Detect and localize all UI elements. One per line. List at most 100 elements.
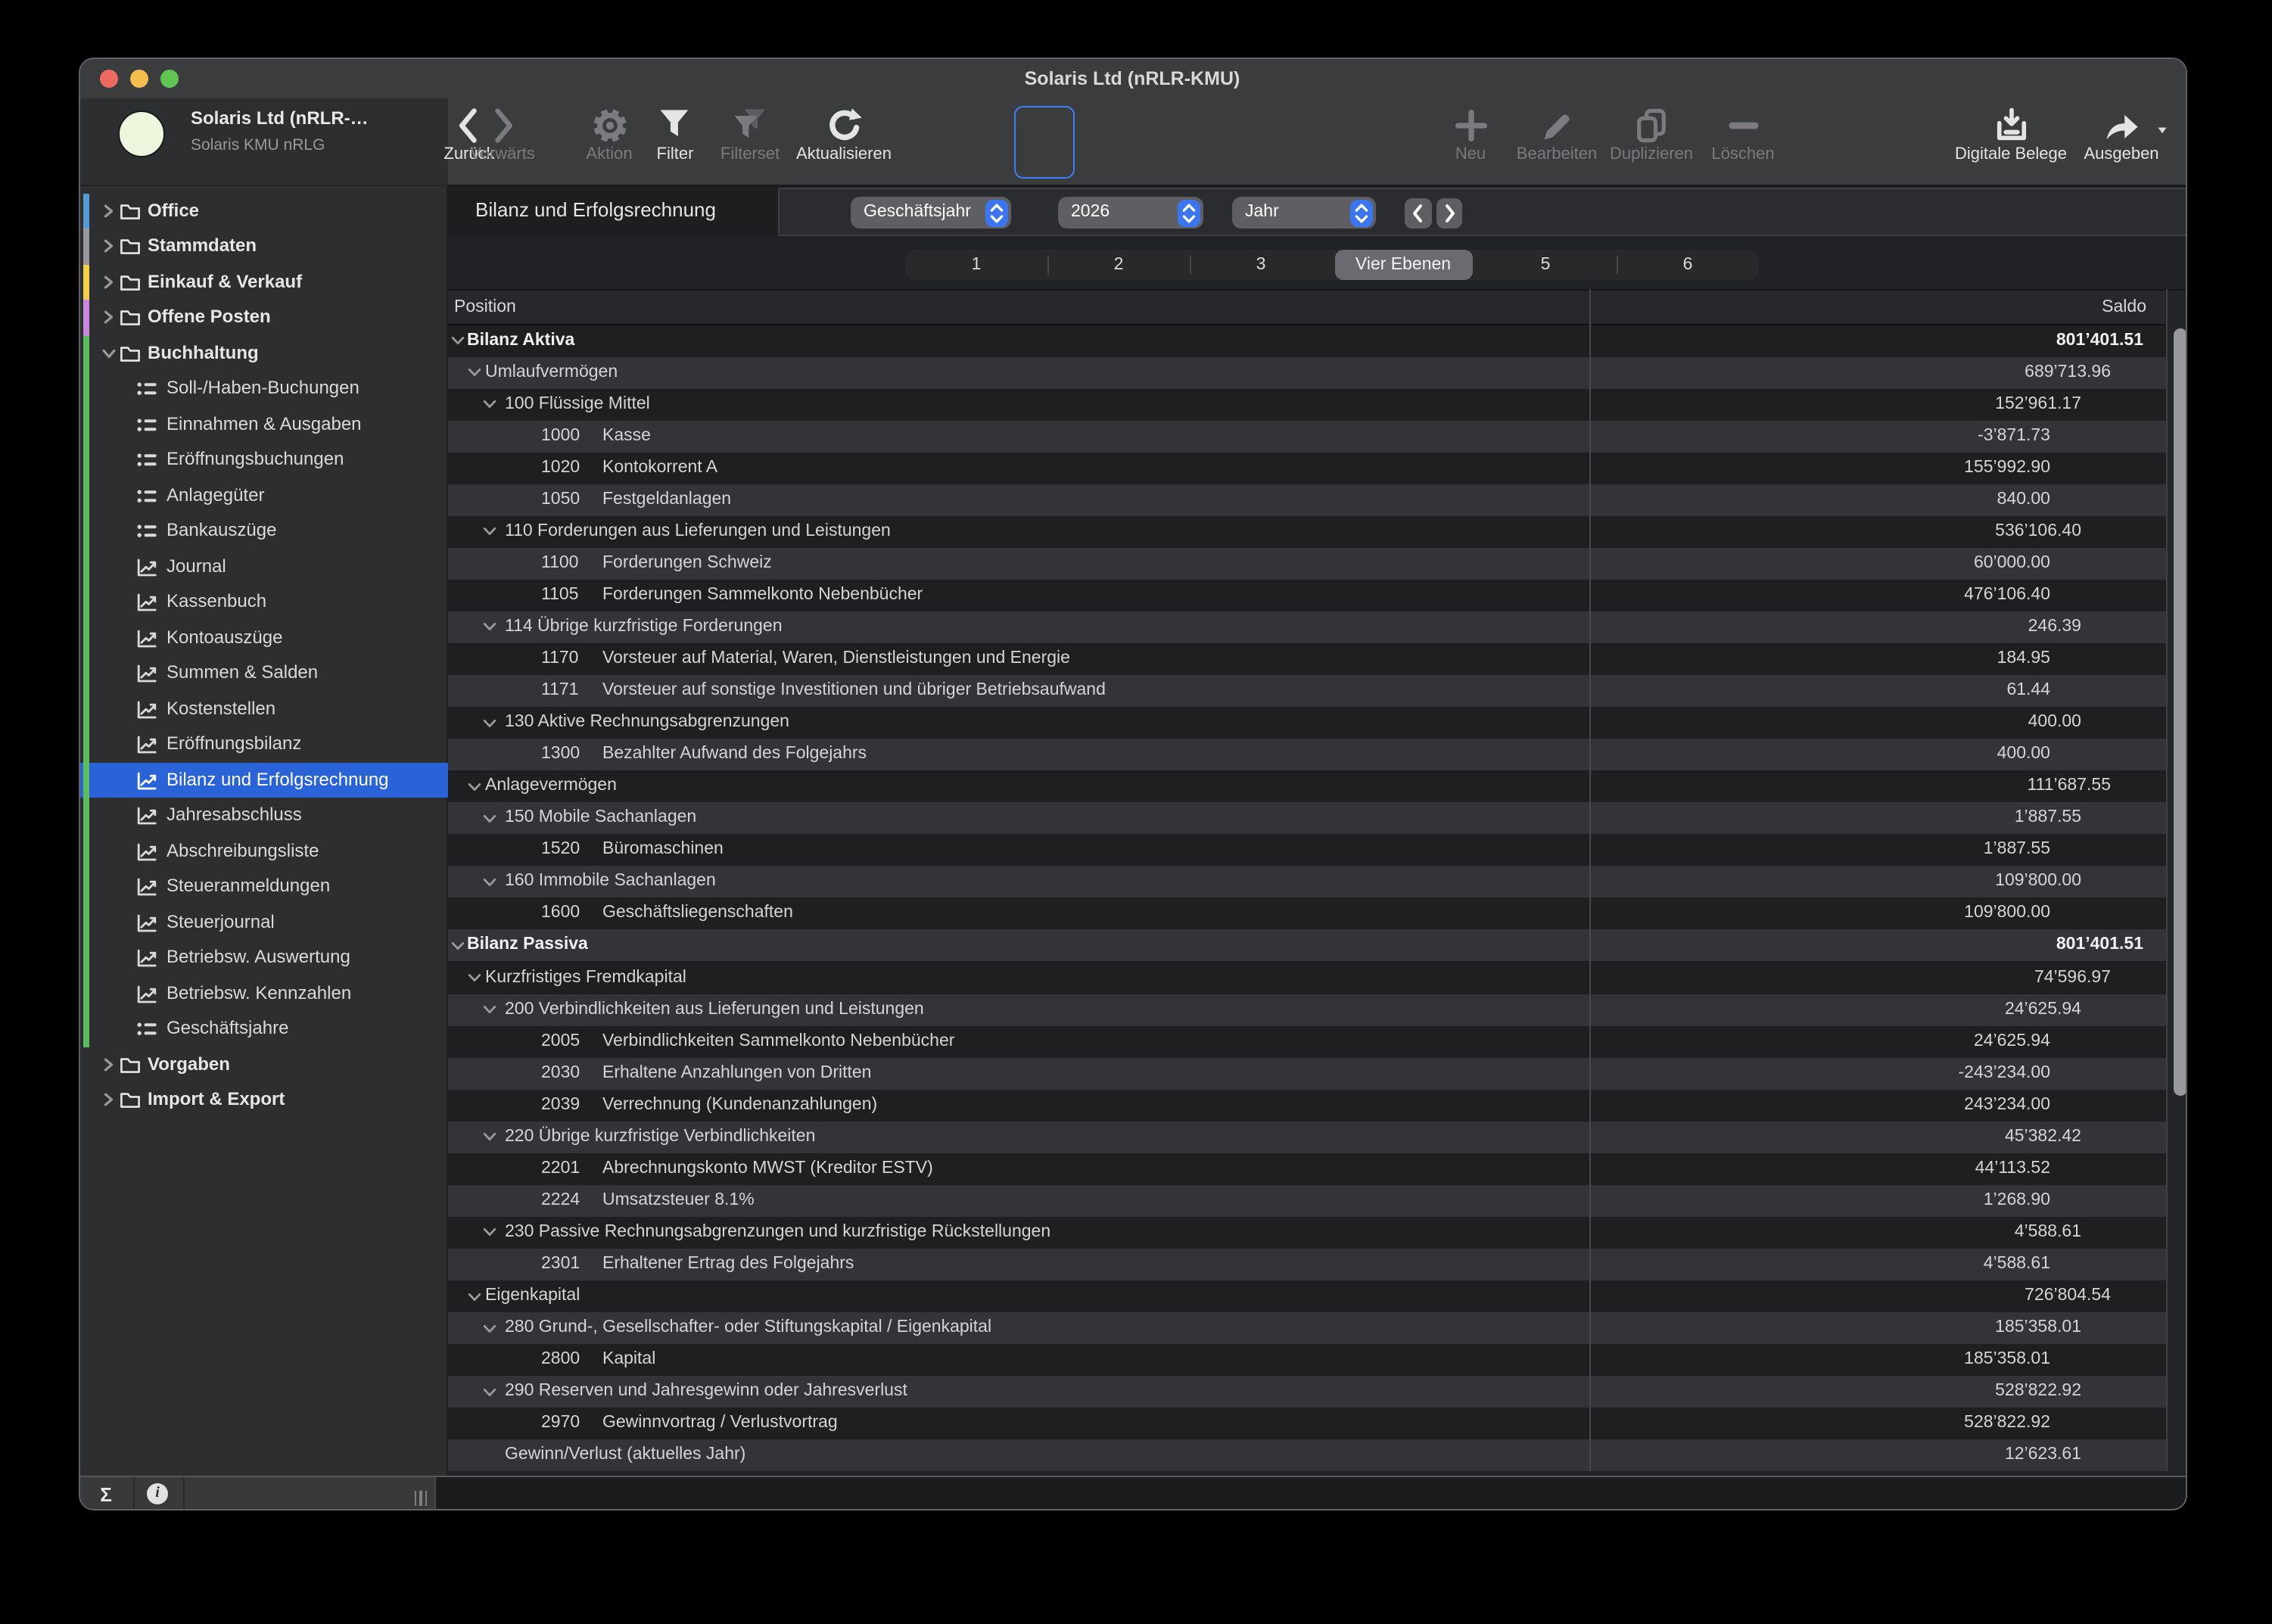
table-row[interactable]: 290 Reserven und Jahresgewinn oder Jahre… [448,1376,2186,1408]
row-expand-chevron-icon[interactable] [483,717,496,729]
sidebar-item-er-ffnungsbilanz[interactable]: Eröffnungsbilanz [79,726,448,762]
dropdown-year[interactable]: 2026 [1057,197,1203,229]
row-expand-chevron-icon[interactable] [483,1386,496,1398]
sidebar-item-bilanz-und-erfolgsrechnung[interactable]: Bilanz und Erfolgsrechnung [79,762,448,798]
sidebar-item-steuerjournal[interactable]: Steuerjournal [79,904,448,940]
table-row[interactable]: Bilanz Aktiva801’401.51 [448,325,2186,356]
table-row[interactable]: 220 Übrige kurzfristige Verbindlichkeite… [448,1122,2186,1153]
zoom-window-button[interactable] [160,70,179,88]
row-expand-chevron-icon[interactable] [467,780,481,792]
chevron-right-icon[interactable] [101,1057,116,1072]
row-expand-chevron-icon[interactable] [450,940,464,952]
row-expand-chevron-icon[interactable] [450,334,464,347]
sidebar-item-stammdaten[interactable]: Stammdaten [79,229,448,264]
table-row[interactable]: Gewinn/Verlust (aktuelles Jahr)12’623.61 [448,1440,2186,1472]
chevron-right-icon[interactable] [101,1093,116,1108]
sidebar-item-bankausz-ge[interactable]: Bankauszüge [79,513,448,549]
sidebar-item-anlageg-ter[interactable]: Anlagegüter [79,478,448,513]
sidebar-item-kostenstellen[interactable]: Kostenstellen [79,691,448,726]
sidebar-item-soll-haben-buchungen[interactable]: Soll-/Haben-Buchungen [79,371,448,406]
table-row[interactable]: 1600Geschäftsliegenschaften109’800.00 [448,898,2186,930]
minimize-window-button[interactable] [130,70,148,88]
table-row[interactable]: Eigenkapital726’804.54 [448,1280,2186,1312]
sum-button[interactable]: Σ [79,1476,132,1510]
row-expand-chevron-icon[interactable] [483,876,496,888]
table-row[interactable]: 100 Flüssige Mittel152’961.17 [448,388,2186,420]
level-segment-2[interactable]: 2 [1047,250,1190,280]
scrollbar-track[interactable] [2167,291,2186,1472]
row-expand-chevron-icon[interactable] [483,621,496,633]
sidebar-item-betriebsw-auswertung[interactable]: Betriebsw. Auswertung [79,940,448,975]
level-segment-1[interactable]: 1 [905,250,1047,280]
sidebar-item-betriebsw-kennzahlen[interactable]: Betriebsw. Kennzahlen [79,975,448,1011]
table-row[interactable]: 1170Vorsteuer auf Material, Waren, Diens… [448,643,2186,675]
table-row[interactable]: 1020Kontokorrent A155’992.90 [448,452,2186,484]
sidebar-item-einnahmen-ausgaben[interactable]: Einnahmen & Ausgaben [79,406,448,442]
table-row[interactable]: 1100Forderungen Schweiz60’000.00 [448,548,2186,580]
splitter-grip-icon[interactable] [414,1486,430,1510]
table-row[interactable]: 230 Passive Rechnungsabgrenzungen und ku… [448,1217,2186,1249]
sidebar-item-einkauf-verkauf[interactable]: Einkauf & Verkauf [79,264,448,300]
sidebar-item-offene-posten[interactable]: Offene Posten [79,300,448,335]
dropdown-dimension[interactable]: Geschäftsjahr [850,197,1010,229]
close-window-button[interactable] [100,70,118,88]
column-divider[interactable] [1589,289,1591,1472]
row-expand-chevron-icon[interactable] [467,366,481,378]
table-row[interactable]: Bilanz Passiva801’401.51 [448,930,2186,962]
level-segment-vier-ebenen[interactable]: Vier Ebenen [1334,250,1472,280]
table-row[interactable]: 150 Mobile Sachanlagen1’887.55 [448,803,2186,835]
table-row[interactable]: 2030Erhaltene Anzahlungen von Dritten-24… [448,1057,2186,1089]
row-expand-chevron-icon[interactable] [483,1227,496,1239]
table-row[interactable]: 114 Übrige kurzfristige Forderungen246.3… [448,611,2186,643]
chevron-down-icon[interactable] [101,346,116,361]
chevron-right-icon[interactable] [101,310,116,325]
sidebar-item-import-export[interactable]: Import & Export [79,1082,448,1118]
sidebar-item-jahresabschluss[interactable]: Jahresabschluss [79,798,448,833]
sidebar-item-gesch-ftsjahre[interactable]: Geschäftsjahre [79,1011,448,1047]
sidebar-item-summen-salden[interactable]: Summen & Salden [79,655,448,691]
table-row[interactable]: 130 Aktive Rechnungsabgrenzungen400.00 [448,707,2186,739]
row-expand-chevron-icon[interactable] [483,1322,496,1334]
table-row[interactable]: 1105Forderungen Sammelkonto Nebenbücher4… [448,580,2186,611]
table-row[interactable]: Anlagevermögen111’687.55 [448,770,2186,802]
next-period-button[interactable] [1436,198,1462,228]
row-expand-chevron-icon[interactable] [483,398,496,410]
dropdown-period[interactable]: Jahr [1231,197,1375,229]
scrollbar-thumb[interactable] [2173,328,2186,1096]
sidebar-item-kontoausz-ge[interactable]: Kontoauszüge [79,620,448,655]
info-button[interactable]: i [132,1476,182,1510]
table-row[interactable]: 110 Forderungen aus Lieferungen und Leis… [448,516,2186,548]
table-row[interactable]: 2301Erhaltener Ertrag des Folgejahrs4’58… [448,1249,2186,1280]
row-expand-chevron-icon[interactable] [483,526,496,538]
table-row[interactable]: 2005Verbindlichkeiten Sammelkonto Nebenb… [448,1025,2186,1057]
chevron-right-icon[interactable] [101,275,116,290]
sidebar-item-abschreibungsliste[interactable]: Abschreibungsliste [79,833,448,869]
sidebar-item-vorgaben[interactable]: Vorgaben [79,1047,448,1082]
previous-period-button[interactable] [1405,198,1431,228]
sidebar-item-office[interactable]: Office [79,193,448,229]
chevron-right-icon[interactable] [101,239,116,254]
row-expand-chevron-icon[interactable] [467,972,481,984]
table-row[interactable]: 1171Vorsteuer auf sonstige Investitionen… [448,675,2186,707]
table-row[interactable]: Kurzfristiges Fremdkapital74’596.97 [448,962,2186,994]
table-row[interactable]: 1000Kasse-3’871.73 [448,420,2186,452]
row-expand-chevron-icon[interactable] [483,813,496,825]
chevron-right-icon[interactable] [101,204,116,219]
toolbar-button-loeschen[interactable]: Löschen [1675,98,1811,186]
row-expand-chevron-icon[interactable] [467,1290,481,1302]
column-header-saldo[interactable]: Saldo [2102,291,2146,326]
table-row[interactable]: 2224Umsatzsteuer 8.1%1’268.90 [448,1185,2186,1217]
table-row[interactable]: 280 Grund-, Gesellschafter- oder Stiftun… [448,1312,2186,1344]
table-row[interactable]: 2039Verrechnung (Kundenanzahlungen)243’2… [448,1089,2186,1121]
toolbar-button-ausgeben[interactable]: Ausgeben [2053,98,2186,186]
table-row[interactable]: 2970Gewinnvortrag / Verlustvortrag528’82… [448,1408,2186,1439]
sidebar-item-buchhaltung[interactable]: Buchhaltung [79,335,448,371]
toolbar-button-aktualisieren[interactable]: Aktualisieren [776,98,912,186]
table-row[interactable]: 200 Verbindlichkeiten aus Lieferungen un… [448,994,2186,1025]
table-row[interactable]: 1300Bezahlter Aufwand des Folgejahrs400.… [448,739,2186,770]
level-segment-3[interactable]: 3 [1190,250,1332,280]
row-expand-chevron-icon[interactable] [483,1003,496,1016]
table-row[interactable]: 2800Kapital185’358.01 [448,1344,2186,1376]
level-segment-6[interactable]: 6 [1617,250,1759,280]
column-header-position[interactable]: Position [454,291,516,326]
